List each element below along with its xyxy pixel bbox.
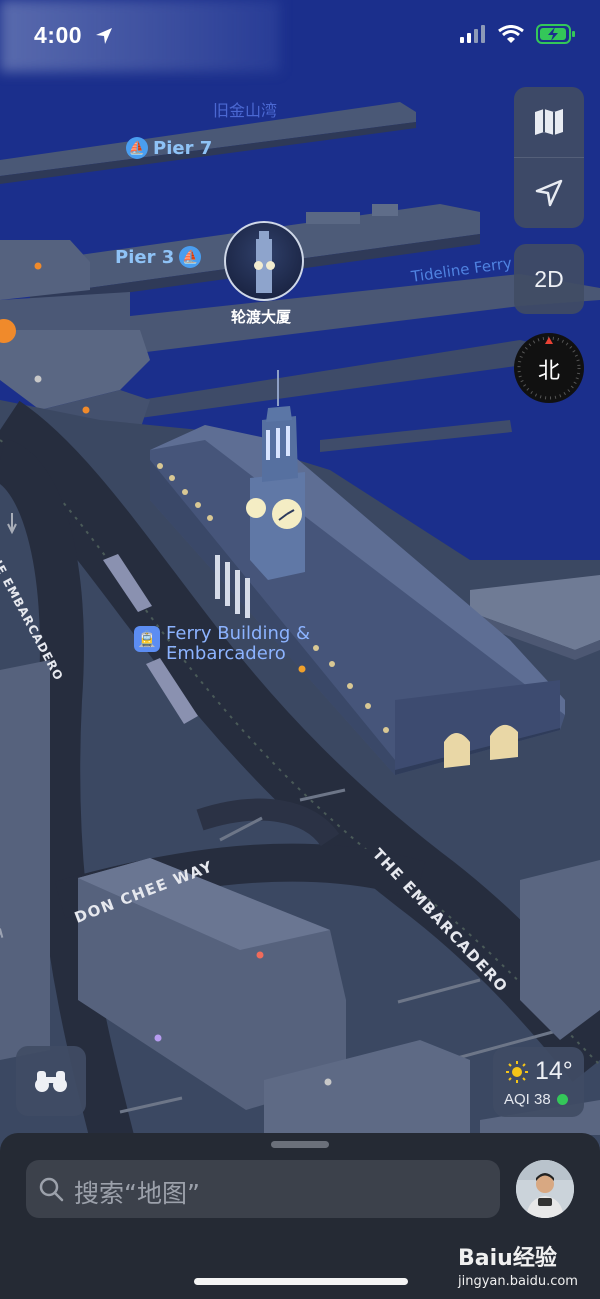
user-photo <box>516 1160 574 1218</box>
poi-dot[interactable] <box>298 665 306 673</box>
pier-7-marker[interactable]: ⛵ Pier 7 <box>126 137 212 159</box>
water-label: 旧金山湾 <box>213 101 278 120</box>
search-icon <box>39 1177 64 1202</box>
aqi-status-dot <box>556 1094 568 1105</box>
pier-3-marker[interactable]: Pier 3 ⛵ <box>115 246 202 268</box>
ferry-building-landmark[interactable] <box>224 221 304 301</box>
map-icon <box>535 109 563 135</box>
landmark-label: 轮渡大厦 <box>231 308 292 326</box>
status-bar: 4:00 <box>0 0 600 72</box>
status-icons <box>460 24 576 44</box>
station-label-line2: Embarcadero <box>166 643 286 664</box>
map-mode-button[interactable] <box>514 87 584 158</box>
pier-7-label: Pier 7 <box>153 137 213 159</box>
clock-tower-icon <box>226 223 302 299</box>
wifi-icon <box>498 24 524 43</box>
look-around-button[interactable] <box>16 1046 86 1116</box>
sailboat-icon: ⛵ <box>179 246 202 268</box>
sun-icon <box>506 1060 528 1083</box>
watermark-url: jingyan.baidu.com <box>458 1274 578 1289</box>
view-2d-label: 2D <box>534 265 564 292</box>
search-placeholder: 搜索“地图” <box>74 1179 200 1208</box>
aqi-value: AQI 38 <box>504 1091 551 1108</box>
weather-widget[interactable]: 14° AQI 38 <box>493 1047 584 1117</box>
poi-dot[interactable] <box>154 1034 162 1042</box>
location-arrow-icon <box>535 179 563 207</box>
poi-dot[interactable] <box>34 262 42 270</box>
view-2d-button[interactable]: 2D <box>514 244 584 314</box>
baidu-watermark: Baiu经验 jingyan.baidu.com <box>458 1240 578 1289</box>
poi-dot[interactable] <box>256 951 264 959</box>
battery-charging-icon <box>536 24 575 44</box>
compass-label: 北 <box>537 359 560 384</box>
station-label-line1: Ferry Building & <box>166 623 311 644</box>
current-location-button[interactable] <box>514 158 584 228</box>
profile-avatar[interactable] <box>516 1160 574 1218</box>
location-services-icon <box>96 28 112 44</box>
transit-station-marker[interactable]: 🚊 Ferry Building & Embarcadero <box>134 624 310 664</box>
pier-3-label: Pier 3 <box>115 246 175 268</box>
home-indicator[interactable] <box>194 1278 408 1285</box>
clock: 4:00 <box>34 22 83 48</box>
sailboat-icon: ⛵ <box>126 137 148 159</box>
watermark-brand: Baiu经验 <box>458 1246 557 1271</box>
poi-dot[interactable] <box>82 406 90 414</box>
temperature: 14° <box>535 1057 573 1085</box>
poi-dot[interactable] <box>324 1078 332 1086</box>
sheet-grabber[interactable] <box>271 1141 329 1148</box>
poi-dot[interactable] <box>34 375 42 383</box>
binoculars-icon <box>35 1071 67 1092</box>
compass-button[interactable]: 北 <box>514 333 584 403</box>
tram-icon: 🚊 <box>134 626 160 652</box>
search-bar[interactable]: 搜索“地图” <box>26 1160 500 1218</box>
cellular-signal-icon <box>460 25 485 43</box>
map-controls-group <box>514 87 584 228</box>
